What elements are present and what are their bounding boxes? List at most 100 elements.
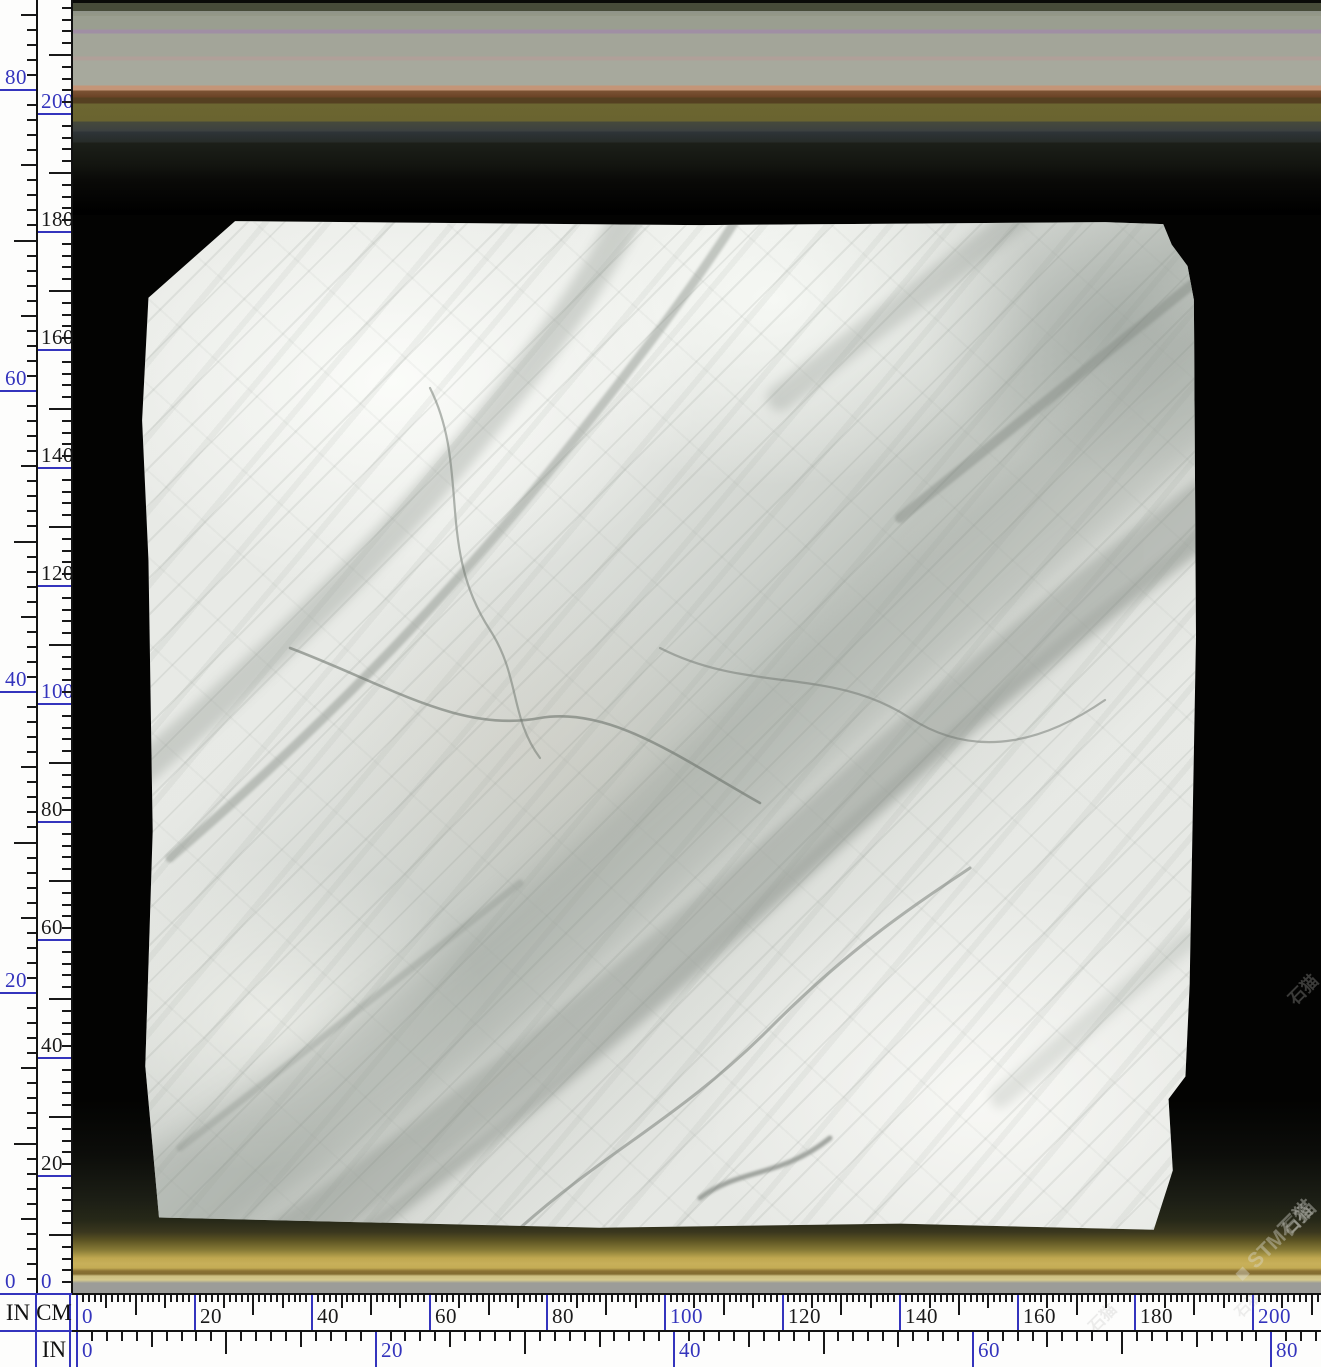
ruler-tick <box>62 750 71 752</box>
ruler-tick <box>987 1332 989 1341</box>
ruler-tick <box>300 1332 302 1347</box>
ruler-tick <box>330 1332 332 1341</box>
ruler-number: 180 <box>1140 1306 1173 1327</box>
ruler-tick <box>1311 1293 1313 1315</box>
ruler-tick <box>62 1128 71 1130</box>
ruler-tick <box>27 721 36 723</box>
ruler-tick <box>27 751 36 753</box>
ruler-major-tick <box>1270 1332 1272 1367</box>
ruler-tick <box>1211 1332 1213 1341</box>
ruler-number: 200 <box>1258 1306 1291 1327</box>
ruler-tick <box>49 408 71 410</box>
ruler-major-tick <box>311 1293 313 1330</box>
ruler-tick <box>1226 1332 1228 1341</box>
ruler-tick <box>27 962 36 964</box>
ruler-tick <box>987 1293 989 1308</box>
ruler-tick <box>27 435 36 437</box>
ruler-tick <box>1223 1293 1225 1308</box>
ruler-number: 80 <box>552 1306 574 1327</box>
ruler-tick <box>49 644 71 646</box>
ruler-tick <box>121 1332 123 1341</box>
ruler-tick <box>62 101 71 103</box>
ruler-major-tick <box>38 1175 71 1177</box>
ruler-major-tick <box>38 939 71 941</box>
ruler-tick <box>1241 1332 1243 1341</box>
ruler-tick <box>599 1332 601 1347</box>
ruler-tick <box>62 786 71 788</box>
ruler-tick <box>62 314 71 316</box>
ruler-tick <box>62 1069 71 1071</box>
ruler-tick <box>27 631 36 633</box>
ruler-tick <box>62 384 71 386</box>
ruler-tick <box>27 255 36 257</box>
ruler-tick <box>27 932 36 934</box>
ruler-tick <box>62 443 71 445</box>
ruler-tick <box>27 44 36 46</box>
ruler-tick <box>21 766 36 768</box>
ruler-tick <box>62 42 71 44</box>
ruler-tick <box>62 1199 71 1201</box>
horizontal-cm-ruler: 020406080100120140160180200 <box>0 1293 1321 1330</box>
ruler-tick <box>62 573 71 575</box>
ruler-tick <box>27 1263 36 1265</box>
ruler-tick <box>27 977 36 979</box>
ruler-tick <box>1285 1332 1287 1341</box>
ruler-tick <box>62 727 71 729</box>
ruler-number: 40 <box>679 1340 701 1361</box>
ruler-tick <box>27 947 36 949</box>
ruler-major-tick <box>375 1332 377 1367</box>
ruler-tick <box>539 1332 541 1341</box>
ruler-baseline <box>72 1330 1321 1332</box>
ruler-tick <box>21 14 36 16</box>
ruler-tick <box>62 809 71 811</box>
ruler-tick <box>360 1332 362 1341</box>
ruler-tick <box>62 668 71 670</box>
slab-scan-viewport: 020406080 020406080100120140160180200 02… <box>0 0 1321 1367</box>
ruler-tick <box>27 360 36 362</box>
ruler-tick <box>27 586 36 588</box>
ruler-tick <box>27 495 36 497</box>
ruler-tick <box>837 1332 839 1341</box>
ruler-tick <box>62 137 71 139</box>
ruler-tick <box>27 736 36 738</box>
ruler-tick <box>62 797 71 799</box>
ruler-number: 140 <box>905 1306 938 1327</box>
ruler-tick <box>270 1332 272 1341</box>
ruler-tick <box>27 119 36 121</box>
ruler-tick <box>1002 1332 1004 1341</box>
ruler-tick <box>62 502 71 504</box>
ruler-tick <box>62 196 71 198</box>
ruler-tick <box>21 164 36 166</box>
ruler-tick <box>399 1293 401 1308</box>
ruler-tick <box>27 375 36 377</box>
ruler-tick <box>1193 1293 1195 1315</box>
ruler-tick <box>27 285 36 287</box>
ruler-major-tick <box>76 1332 78 1367</box>
ruler-tick <box>27 149 36 151</box>
ruler-tick <box>1151 1332 1153 1341</box>
ruler-tick <box>21 616 36 618</box>
ruler-tick <box>21 1218 36 1220</box>
ruler-tick <box>27 450 36 452</box>
ruler-tick <box>27 134 36 136</box>
ruler-tick <box>164 1293 166 1308</box>
ruler-tick <box>27 601 36 603</box>
ruler-tick <box>27 826 36 828</box>
ruler-tick <box>105 1293 107 1308</box>
ruler-tick <box>27 330 36 332</box>
ruler-tick <box>27 902 36 904</box>
ruler-tick <box>62 550 71 552</box>
ruler-tick <box>49 290 71 292</box>
ruler-tick <box>882 1332 884 1341</box>
ruler-tick <box>62 656 71 658</box>
horizontal-inch-ruler: 020406080 <box>0 1332 1321 1367</box>
ruler-number: 80 <box>5 67 27 88</box>
ruler-tick <box>27 1248 36 1250</box>
ruler-tick <box>27 209 36 211</box>
ruler-tick <box>27 1233 36 1235</box>
ruler-tick <box>733 1332 735 1341</box>
ruler-tick <box>21 917 36 919</box>
ruler-number: 40 <box>5 669 27 690</box>
ruler-tick <box>62 432 71 434</box>
ruler-tick <box>62 1033 71 1035</box>
